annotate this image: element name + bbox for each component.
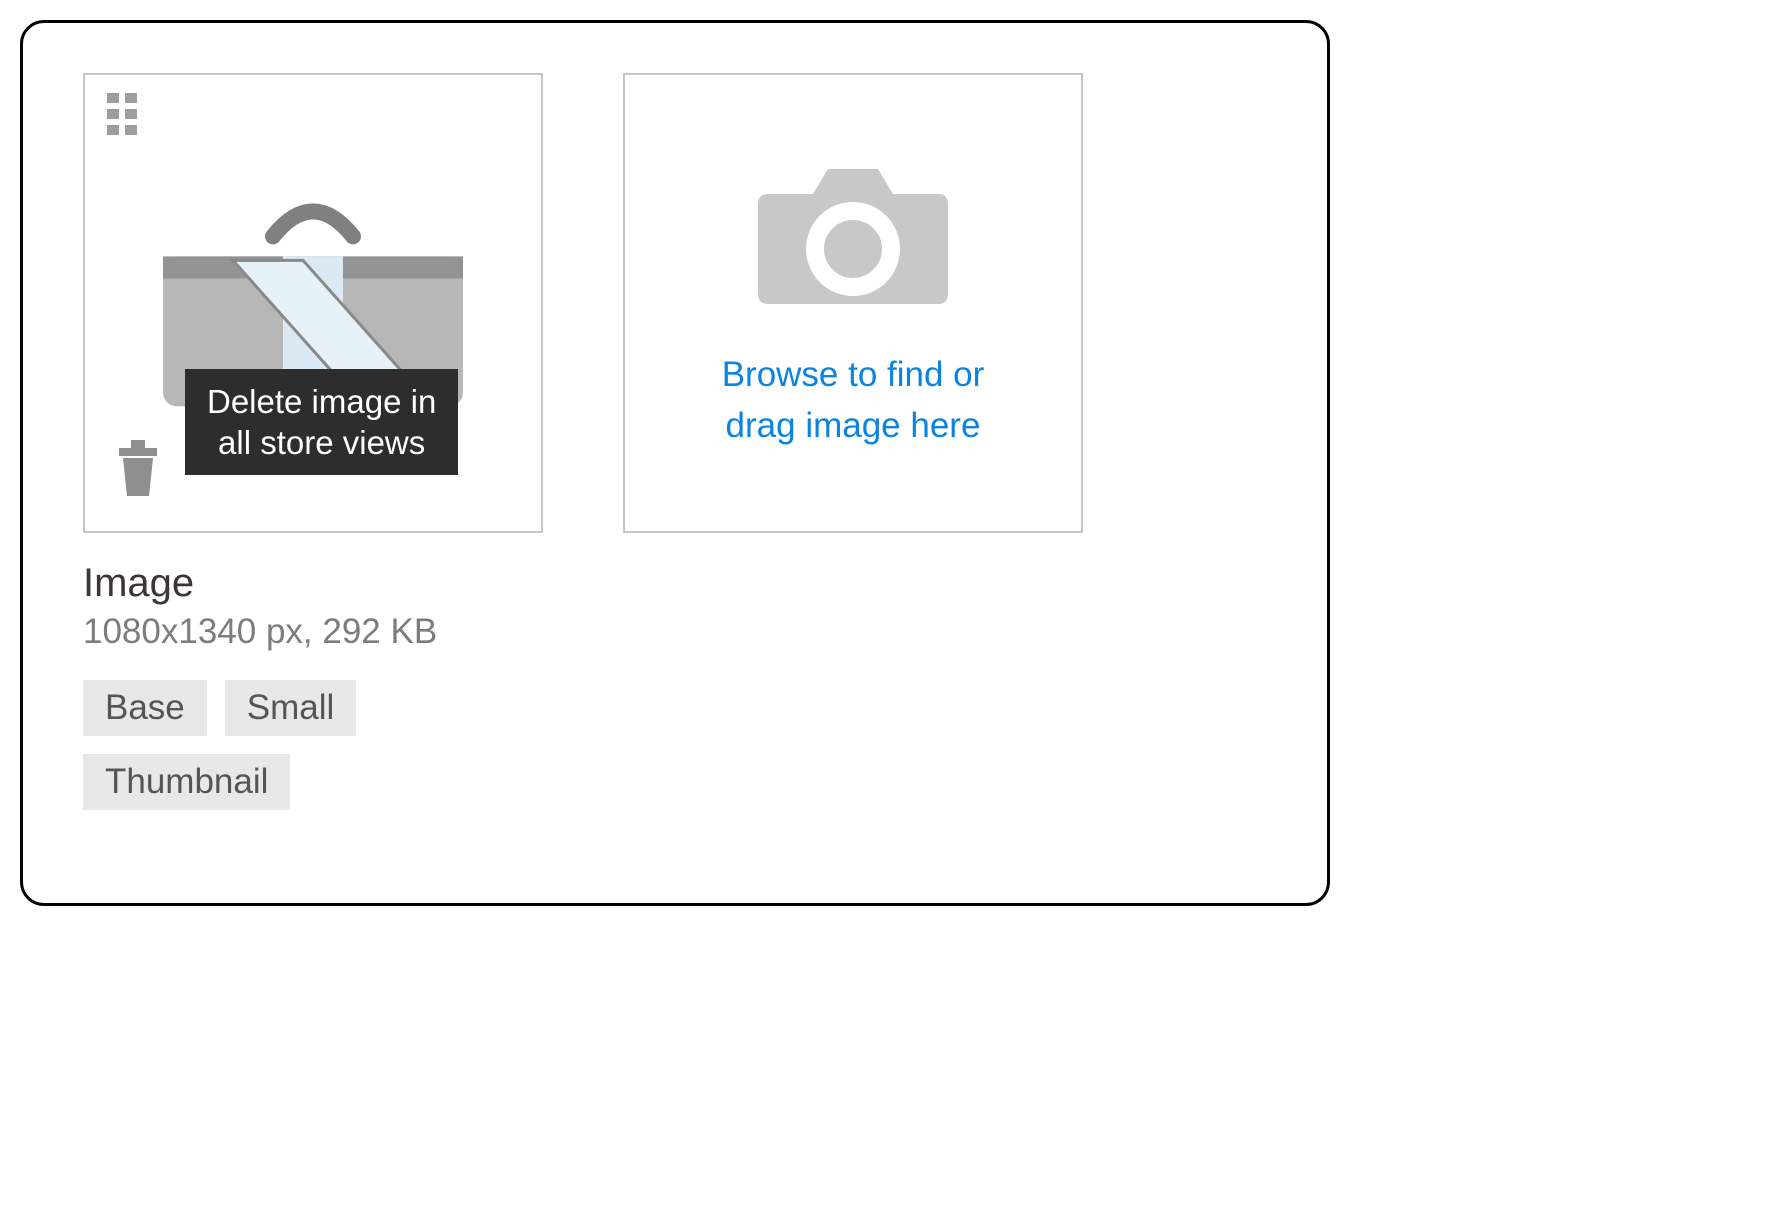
upload-image-tile[interactable]: Browse to find or drag image here [623, 73, 1083, 533]
trash-icon [115, 440, 161, 498]
image-role-tag[interactable]: Base [83, 680, 207, 736]
product-image-tile[interactable]: Delete image in all store views [83, 73, 543, 533]
image-tiles-row: Delete image in all store views Browse t… [83, 73, 1267, 533]
image-label: Image [83, 561, 1267, 606]
camera-icon [748, 154, 958, 314]
delete-image-button[interactable] [115, 440, 161, 503]
upload-prompt-text: Browse to find or drag image here [722, 350, 985, 452]
image-info-block: Image 1080x1340 px, 292 KB Base Small Th… [83, 561, 1267, 810]
image-role-tags: Base Small Thumbnail [83, 680, 543, 810]
image-gallery-panel: Delete image in all store views Browse t… [20, 20, 1330, 906]
drag-handle-icon[interactable] [107, 93, 143, 139]
delete-tooltip: Delete image in all store views [185, 369, 458, 476]
image-dimensions: 1080x1340 px, 292 KB [83, 612, 1267, 652]
image-role-tag[interactable]: Small [225, 680, 357, 736]
image-role-tag[interactable]: Thumbnail [83, 754, 290, 810]
